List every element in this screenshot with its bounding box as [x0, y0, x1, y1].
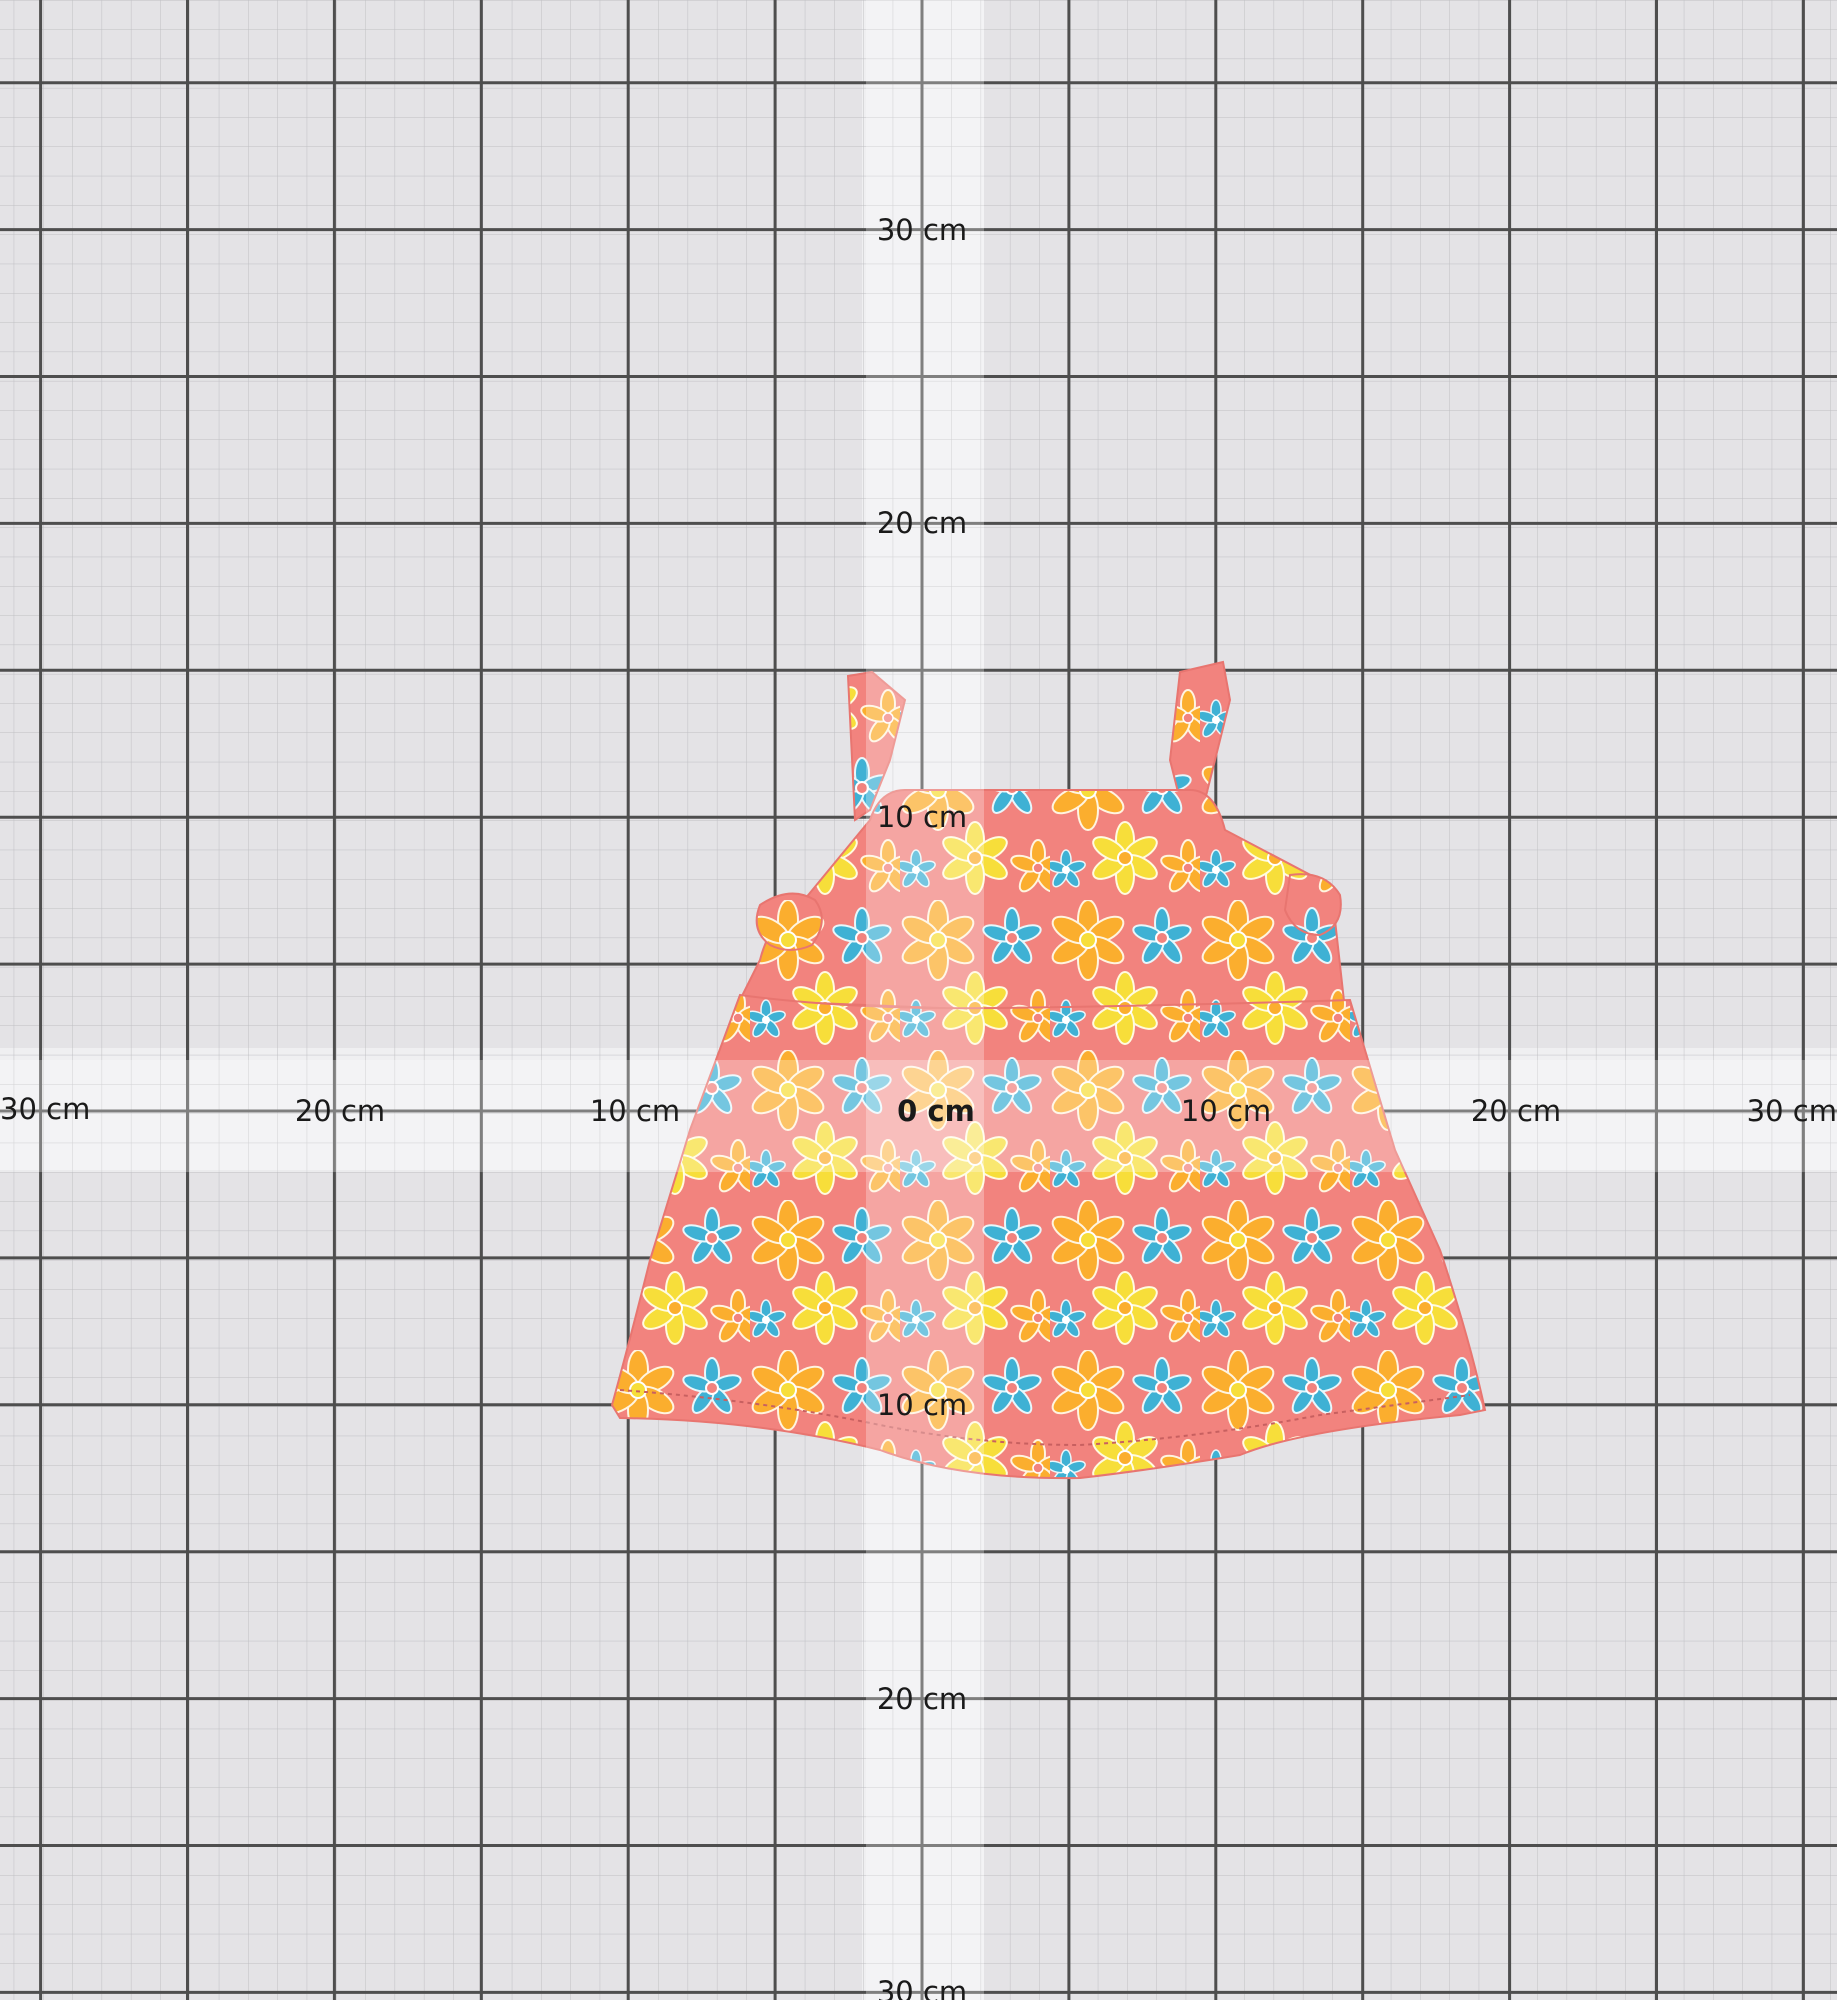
vertical-label-top-20: 20 cm: [877, 506, 967, 540]
horizontal-label-left-30: 30 cm: [0, 1092, 90, 1126]
vertical-label-top-10: 10 cm: [877, 800, 967, 834]
left-tie-bow: [755, 892, 823, 951]
origin-label: 0 cm: [897, 1094, 975, 1128]
vertical-label-top-30: 30 cm: [877, 213, 967, 247]
vertical-label-bottom-30: 30 cm: [877, 1975, 967, 2000]
horizontal-label-right-20: 20 cm: [1471, 1094, 1561, 1128]
measurement-board: 30 cm 20 cm 10 cm 10 cm 20 cm 30 cm 30 c…: [0, 0, 1837, 2000]
horizontal-label-right-30: 30 cm: [1747, 1094, 1837, 1128]
horizontal-label-left-10: 10 cm: [590, 1094, 680, 1128]
vertical-label-bottom-20: 20 cm: [877, 1682, 967, 1716]
horizontal-label-right-10: 10 cm: [1181, 1094, 1271, 1128]
vertical-label-bottom-10: 10 cm: [877, 1388, 967, 1422]
horizontal-label-left-20: 20 cm: [295, 1094, 385, 1128]
